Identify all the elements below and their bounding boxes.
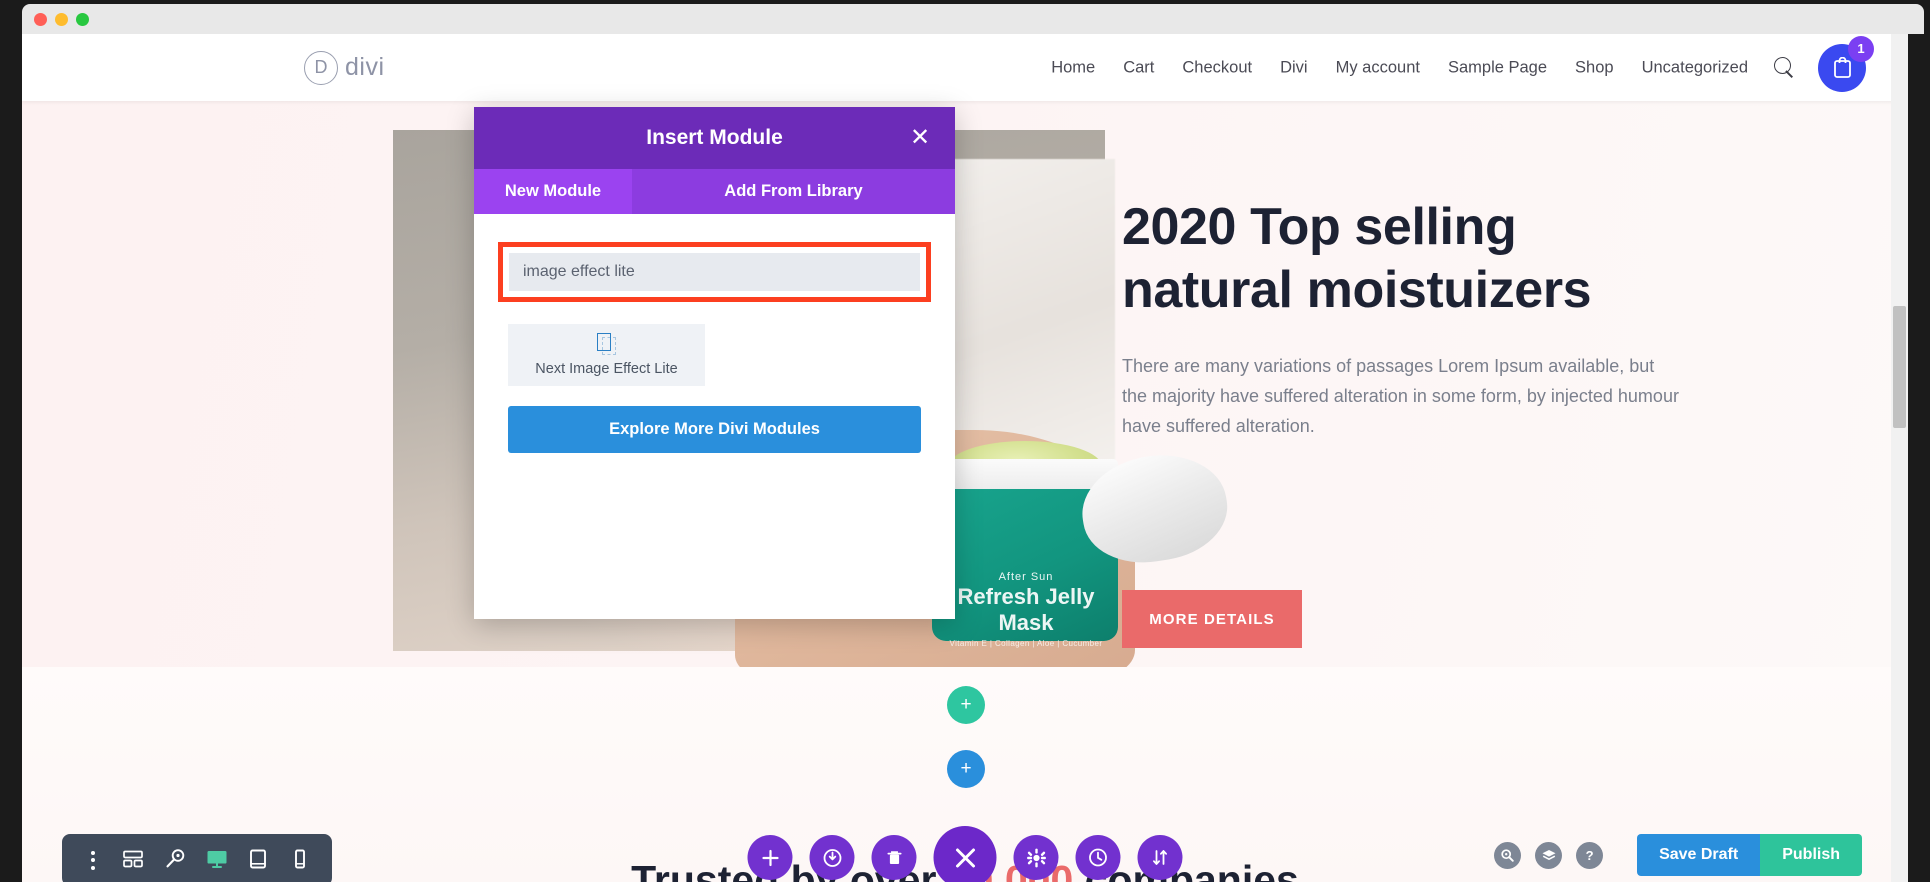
search-icon[interactable]: [1774, 56, 1796, 79]
product-jar-label: After Sun Refresh Jelly Mask Vitamin E |…: [938, 571, 1114, 648]
product-label-line2: Refresh Jelly Mask: [957, 584, 1095, 635]
hero-heading: 2020 Top selling natural moistuizers: [1122, 198, 1592, 320]
hero-paragraph: There are many variations of passages Lo…: [1122, 355, 1679, 437]
site-logo[interactable]: D divi: [304, 50, 385, 85]
site-header: D divi Home Cart Checkout Divi My accoun…: [22, 34, 1908, 101]
nav-item-my-account[interactable]: My account: [1336, 58, 1420, 77]
builder-right-toolbar: ? Save Draft Publish: [1494, 834, 1862, 876]
wireframe-view-icon[interactable]: [121, 847, 147, 873]
cart-count-badge: 1: [1848, 35, 1874, 62]
tab-add-from-library[interactable]: Add From Library: [632, 169, 955, 214]
builder-center-toolbar: [747, 826, 1183, 882]
save-power-icon[interactable]: [809, 835, 855, 880]
save-draft-button[interactable]: Save Draft: [1637, 834, 1761, 876]
add-section-button[interactable]: +: [947, 750, 985, 788]
search-highlight-box: [498, 242, 931, 302]
close-builder-icon[interactable]: [933, 826, 997, 882]
main-navigation: Home Cart Checkout Divi My account Sampl…: [1051, 58, 1748, 77]
nav-item-home[interactable]: Home: [1051, 58, 1095, 77]
modal-header: Insert Module ✕: [474, 107, 955, 169]
desktop-view-icon[interactable]: [205, 847, 231, 873]
page-viewport: D divi Home Cart Checkout Divi My accoun…: [22, 34, 1908, 882]
nav-item-uncategorized[interactable]: Uncategorized: [1642, 58, 1748, 77]
publish-button[interactable]: Publish: [1760, 834, 1862, 876]
help-icon[interactable]: ?: [1576, 841, 1604, 869]
explore-more-modules-button[interactable]: Explore More Divi Modules: [508, 406, 921, 453]
nav-item-sample-page[interactable]: Sample Page: [1448, 58, 1547, 77]
hero-copy: 2020 Top selling natural moistuizers The…: [1122, 196, 1682, 442]
window-controls: [34, 13, 89, 26]
nav-item-cart[interactable]: Cart: [1123, 58, 1154, 77]
layers-icon[interactable]: [1535, 841, 1563, 869]
nav-item-divi[interactable]: Divi: [1280, 58, 1308, 77]
modal-title: Insert Module: [646, 126, 783, 149]
save-publish-group: Save Draft Publish: [1637, 834, 1862, 876]
modal-body: Next Image Effect Lite Explore More Divi…: [474, 214, 955, 619]
tablet-view-icon[interactable]: [246, 847, 272, 873]
module-search-input[interactable]: [509, 253, 920, 291]
phone-view-icon[interactable]: [288, 847, 314, 873]
search-icon[interactable]: [1494, 841, 1522, 869]
modal-tabs: New Module Add From Library: [474, 169, 955, 214]
zoom-view-icon[interactable]: [163, 847, 189, 873]
close-window-button[interactable]: [34, 13, 47, 26]
product-label-line1: After Sun: [998, 571, 1054, 583]
portability-icon[interactable]: [1137, 835, 1183, 880]
module-result-label: Next Image Effect Lite: [535, 361, 678, 377]
add-row-button[interactable]: +: [947, 686, 985, 724]
maximize-window-button[interactable]: [76, 13, 89, 26]
scrollbar-thumb[interactable]: [1893, 306, 1906, 428]
site-logo-text: divi: [345, 53, 385, 81]
close-icon[interactable]: ✕: [907, 125, 933, 151]
divi-logo-icon: D: [304, 50, 338, 85]
more-details-button[interactable]: MORE DETAILS: [1122, 590, 1302, 648]
module-result-card[interactable]: Next Image Effect Lite: [508, 324, 705, 386]
hero-section: After Sun Refresh Jelly Mask Vitamin E |…: [22, 101, 1908, 667]
screen-root: D divi Home Cart Checkout Divi My accoun…: [0, 0, 1930, 882]
builder-left-toolbar: [62, 834, 332, 882]
page-scrollbar[interactable]: [1891, 34, 1908, 882]
add-section-icon[interactable]: [747, 835, 793, 880]
browser-titlebar: [22, 4, 1924, 34]
trash-icon[interactable]: [871, 835, 917, 880]
minimize-window-button[interactable]: [55, 13, 68, 26]
image-module-icon: [597, 333, 616, 356]
settings-gear-icon[interactable]: [1013, 835, 1059, 880]
history-clock-icon[interactable]: [1075, 835, 1121, 880]
tab-new-module[interactable]: New Module: [474, 169, 632, 214]
header-icons: 1: [1774, 35, 1874, 92]
product-label-line3: Vitamin E | Collagen | Aloe | Cucumber: [949, 639, 1103, 648]
more-options-icon[interactable]: [80, 847, 106, 873]
cart-widget[interactable]: 1: [1818, 35, 1874, 92]
nav-item-checkout[interactable]: Checkout: [1182, 58, 1252, 77]
insert-module-modal: Insert Module ✕ New Module Add From Libr…: [474, 107, 955, 619]
nav-item-shop[interactable]: Shop: [1575, 58, 1614, 77]
